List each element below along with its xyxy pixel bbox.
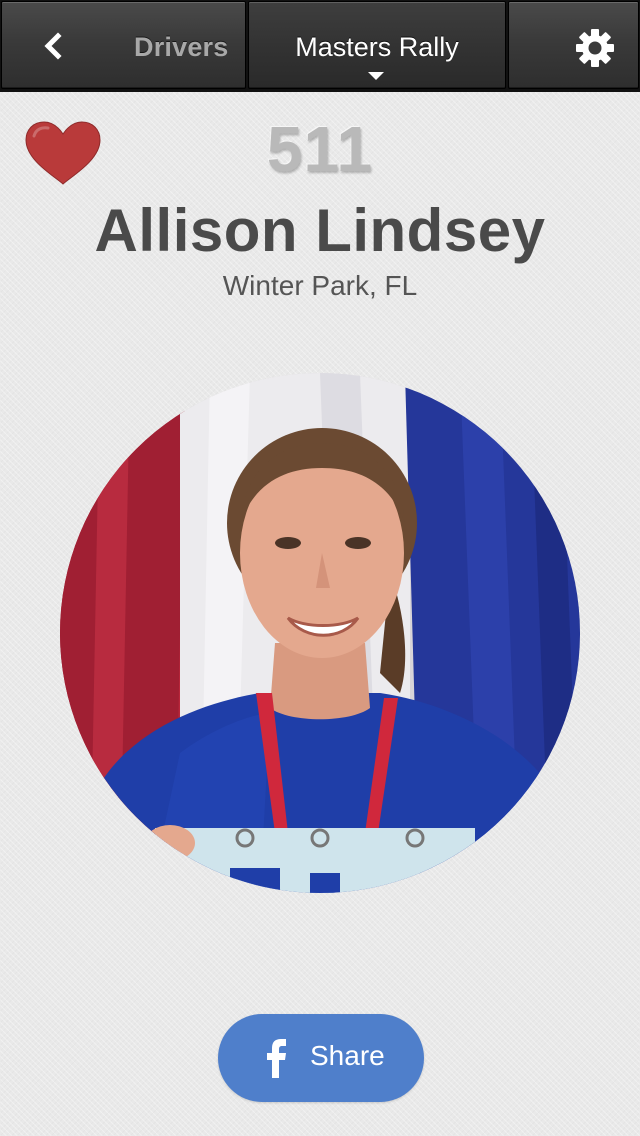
back-button-label: Drivers [134,32,229,62]
driver-location: Winter Park, FL [222,270,418,301]
driver-name: Allison Lindsey [94,197,546,264]
back-button[interactable]: Drivers [1,1,246,89]
share-button[interactable]: Share [218,1014,424,1102]
caret-down-icon [368,72,384,80]
nav-title: Masters Rally [295,32,459,62]
nav-bar: Drivers Masters Rally [0,0,640,92]
driver-photo [60,373,580,893]
facebook-icon [267,1039,286,1078]
share-button-label: Share [310,1040,385,1071]
settings-button[interactable] [508,1,639,89]
driver-number: 511 [266,113,374,185]
event-selector[interactable]: Masters Rally [248,1,506,89]
gear-icon [576,29,614,67]
chevron-left-icon [44,32,62,60]
